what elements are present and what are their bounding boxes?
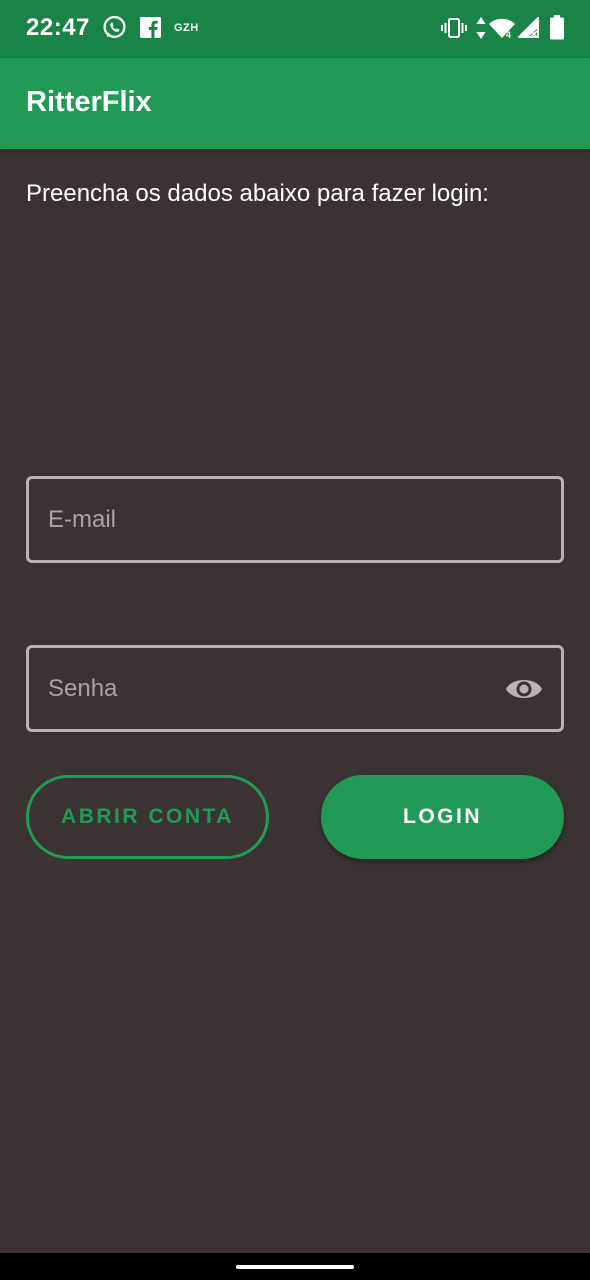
facebook-icon	[140, 17, 161, 43]
wifi-icon: 4	[488, 17, 516, 44]
app-title: RitterFlix	[26, 86, 152, 118]
vibrate-icon	[441, 17, 467, 44]
login-instruction: Preencha os dados abaixo para fazer logi…	[26, 180, 489, 207]
svg-text:4: 4	[506, 30, 511, 39]
whatsapp-icon	[102, 15, 127, 45]
status-bar: 22:47 GZH 4	[0, 0, 590, 58]
password-input[interactable]	[46, 648, 486, 729]
cell-signal-icon	[516, 15, 540, 44]
home-gesture-handle[interactable]	[236, 1265, 354, 1269]
status-time: 22:47	[26, 14, 90, 41]
eye-icon[interactable]	[505, 674, 543, 704]
email-input[interactable]	[46, 479, 486, 560]
battery-icon	[550, 15, 564, 45]
app-bar: RitterFlix	[0, 58, 590, 149]
email-field[interactable]	[26, 476, 564, 563]
data-transfer-icon	[476, 16, 486, 45]
gzh-notification-icon: GZH	[174, 22, 199, 34]
create-account-button[interactable]: ABRIR CONTA	[26, 775, 269, 859]
login-button[interactable]: LOGIN	[321, 775, 564, 859]
navigation-bar	[0, 1253, 590, 1280]
password-field[interactable]	[26, 645, 564, 732]
